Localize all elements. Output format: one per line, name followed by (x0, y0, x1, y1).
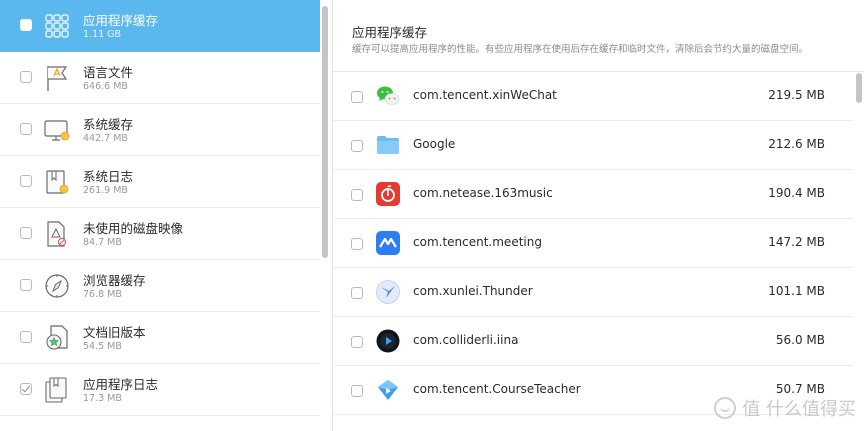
app-row-wechat[interactable]: com.tencent.xinWeChat 219.5 MB (333, 72, 853, 121)
sidebar-item-size: 76.8 MB (83, 289, 122, 300)
app-row-google[interactable]: Google 212.6 MB (333, 121, 853, 170)
watermark-text: 值 什么值得买 (742, 399, 856, 420)
sidebar-item-system-logs[interactable]: 系统日志 261.9 MB (0, 156, 320, 208)
checkbox-checked[interactable] (20, 383, 32, 395)
sidebar-item-old-document-versions[interactable]: 文档旧版本 54.5 MB (0, 312, 320, 364)
app-size: 147.2 MB (768, 235, 825, 249)
detail-description: 缓存可以提高应用程序的性能。有些应用程序在使用后存在缓存和临时文件，清除后会节约… (352, 44, 809, 55)
checkbox[interactable] (351, 238, 363, 250)
app-row-netease-music[interactable]: com.netease.163music 190.4 MB (333, 170, 853, 219)
app-row-tencent-meeting[interactable]: com.tencent.meeting 147.2 MB (333, 219, 853, 268)
app-cache-icon (45, 14, 69, 38)
log-book-icon (46, 170, 69, 194)
checkbox[interactable] (351, 189, 363, 201)
tencent-meeting-icon (376, 231, 400, 255)
sidebar-item-size: 54.5 MB (83, 341, 122, 352)
checkbox[interactable] (20, 19, 32, 31)
sidebar-item-label: 语言文件 (83, 65, 134, 80)
app-name: com.tencent.CourseTeacher (413, 382, 581, 396)
app-name: Google (413, 137, 456, 151)
detail-pane: 应用程序缓存 缓存可以提高应用程序的性能。有些应用程序在使用后存在缓存和临时文件… (333, 0, 864, 431)
iina-icon (376, 329, 400, 353)
document-versions-icon (46, 325, 68, 350)
sidebar-item-app-cache[interactable]: 应用程序缓存 1.11 GB (0, 0, 320, 52)
folder-icon (377, 136, 399, 154)
app-name: com.xunlei.Thunder (413, 284, 533, 298)
app-size: 101.1 MB (768, 284, 825, 298)
checkbox[interactable] (20, 175, 32, 187)
sidebar-item-label: 应用程序日志 (83, 377, 159, 392)
checkbox[interactable] (351, 385, 363, 397)
sidebar-item-size: 84.7 MB (83, 237, 122, 248)
app-size: 219.5 MB (768, 88, 825, 102)
sidebar-item-language-files[interactable]: 语言文件 646.6 MB (0, 52, 320, 104)
checkbox[interactable] (20, 331, 32, 343)
app-size: 190.4 MB (768, 186, 825, 200)
wechat-icon (377, 86, 400, 105)
netease-music-icon (376, 182, 400, 206)
sidebar-item-app-logs[interactable]: 应用程序日志 17.3 MB (0, 364, 320, 416)
compass-icon (45, 274, 69, 298)
checkbox[interactable] (20, 227, 32, 239)
detail-title: 应用程序缓存 (352, 25, 428, 40)
course-teacher-icon (378, 380, 398, 400)
checkbox[interactable] (351, 287, 363, 299)
app-size: 56.0 MB (775, 333, 825, 347)
checkbox[interactable] (20, 123, 32, 135)
detail-scrollbar[interactable] (856, 73, 862, 103)
watermark-logo-icon (714, 397, 737, 419)
app-row-iina[interactable]: com.colliderli.iina 56.0 MB (333, 317, 853, 366)
sidebar-item-system-cache[interactable]: 系统缓存 442.7 MB (0, 104, 320, 156)
thunder-icon (376, 280, 400, 304)
app-row-thunder[interactable]: com.xunlei.Thunder 101.1 MB (333, 268, 853, 317)
category-sidebar: 应用程序缓存 1.11 GB 语言文件 646.6 MB 系统缓存 442.7 … (0, 0, 320, 431)
app-name: com.colliderli.iina (413, 333, 519, 347)
sidebar-item-label: 系统日志 (83, 169, 134, 184)
sidebar-item-size: 261.9 MB (83, 185, 128, 196)
checkbox[interactable] (20, 71, 32, 83)
app-name: com.tencent.meeting (413, 235, 542, 249)
sidebar-item-label: 系统缓存 (83, 117, 134, 132)
watermark: 值 什么值得买 (714, 395, 856, 421)
app-size: 50.7 MB (775, 382, 825, 396)
checkbox[interactable] (351, 140, 363, 152)
sidebar-item-label: 未使用的磁盘映像 (83, 221, 184, 236)
sidebar-item-size: 646.6 MB (83, 81, 128, 92)
sidebar-item-unused-disk-images[interactable]: 未使用的磁盘映像 84.7 MB (0, 208, 320, 260)
sidebar-item-browser-cache[interactable]: 浏览器缓存 76.8 MB (0, 260, 320, 312)
sidebar-item-size: 17.3 MB (83, 393, 122, 404)
disk-image-icon (47, 221, 66, 247)
app-size: 212.6 MB (768, 137, 825, 151)
sidebar-item-size: 1.11 GB (83, 29, 122, 40)
app-name: com.tencent.xinWeChat (413, 88, 557, 102)
checkbox[interactable] (351, 91, 363, 103)
sidebar-item-label: 文档旧版本 (83, 325, 146, 340)
app-name: com.netease.163music (413, 186, 553, 200)
sidebar-item-label: 浏览器缓存 (83, 273, 146, 288)
app-log-icon (45, 377, 67, 403)
sidebar-item-label: 应用程序缓存 (83, 13, 159, 28)
checkbox[interactable] (20, 279, 32, 291)
sidebar-item-size: 442.7 MB (83, 133, 128, 144)
sidebar-scrollbar[interactable] (322, 6, 328, 258)
checkbox[interactable] (351, 336, 363, 348)
monitor-icon (44, 120, 70, 141)
language-flag-icon (47, 66, 68, 91)
